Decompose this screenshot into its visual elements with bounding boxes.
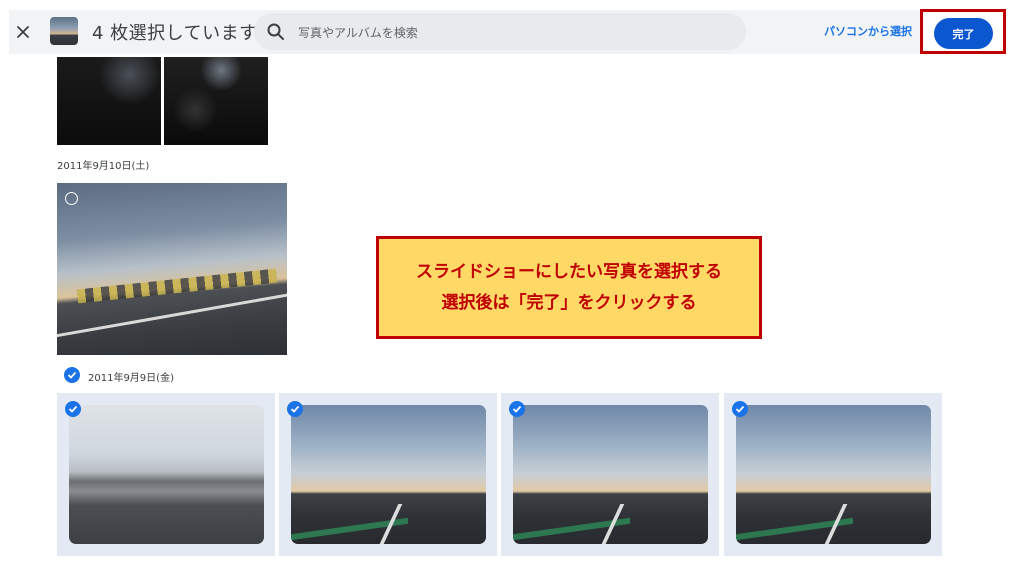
photo-tile-road-3[interactable] xyxy=(501,393,719,556)
selected-photo-thumbnail xyxy=(50,17,78,45)
photo-road-3 xyxy=(513,405,708,544)
date-heading-sep9: 2011年9月9日(金) xyxy=(88,373,174,384)
photo-car-interior-2[interactable] xyxy=(164,57,268,145)
callout-line-1: スライドショーにしたい写真を選択する xyxy=(416,261,722,282)
select-from-computer-link[interactable]: パソコンから選択 xyxy=(824,23,912,39)
photo-tile-road-4[interactable] xyxy=(724,393,942,556)
selected-check-icon[interactable] xyxy=(509,401,525,417)
photo-tile-road-2[interactable] xyxy=(279,393,497,556)
photo-sunset-highway[interactable] xyxy=(57,183,287,355)
instruction-callout: スライドショーにしたい写真を選択する 選択後は「完了」をクリックする xyxy=(376,236,762,339)
group-select-check-icon[interactable] xyxy=(64,367,80,383)
photo-tile-road-1[interactable] xyxy=(57,393,275,556)
photo-car-interior-1[interactable] xyxy=(57,57,161,145)
select-circle[interactable] xyxy=(65,192,78,205)
selected-check-icon[interactable] xyxy=(65,401,81,417)
selection-toolbar: 4 枚選択しています パソコンから選択 xyxy=(9,10,1006,54)
callout-line-2: 選択後は「完了」をクリックする xyxy=(441,292,697,313)
selected-check-icon[interactable] xyxy=(287,401,303,417)
search-input[interactable] xyxy=(296,13,730,52)
selection-count: 4 枚選択しています xyxy=(92,23,258,44)
photo-road-1 xyxy=(69,405,264,544)
done-button-highlight: 完了 xyxy=(920,9,1006,54)
selected-check-icon[interactable] xyxy=(732,401,748,417)
photo-road-4 xyxy=(736,405,931,544)
close-icon xyxy=(17,26,29,38)
done-button[interactable]: 完了 xyxy=(934,18,993,49)
date-heading-sep10: 2011年9月10日(土) xyxy=(57,161,150,172)
search-bar[interactable] xyxy=(254,13,746,52)
photo-road-2 xyxy=(291,405,486,544)
barrier-detail xyxy=(76,268,278,304)
search-icon[interactable] xyxy=(266,22,286,42)
close-button[interactable] xyxy=(9,16,37,48)
